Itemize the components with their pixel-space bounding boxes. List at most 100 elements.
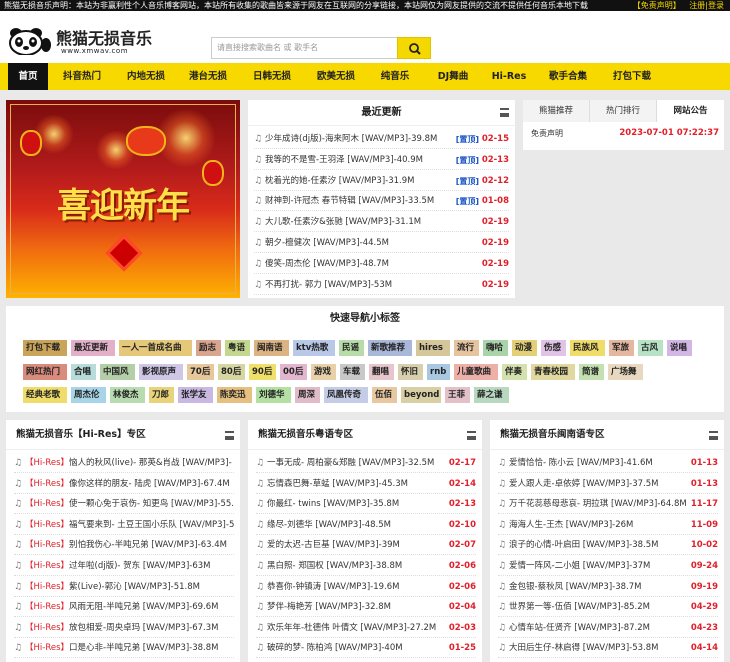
list-item[interactable]: ♫ 我等的不是雪-王羽泽 [WAV/MP3]-40.9M [置顶] 02-13 bbox=[254, 151, 509, 170]
list-item[interactable]: ♫ 你最红- twins [WAV/MP3]-35.8M 02-13 bbox=[256, 495, 476, 515]
list-item[interactable]: ♫ 世界第一等-伍佰 [WAV/MP3]-85.2M 04-29 bbox=[498, 598, 718, 618]
quick-tag[interactable]: 粤语 bbox=[225, 340, 250, 356]
quick-tag[interactable]: 影视原声 bbox=[139, 363, 183, 380]
quick-tag[interactable]: 一人一首成名曲 bbox=[119, 340, 192, 356]
menu-icon[interactable] bbox=[225, 431, 234, 440]
list-item[interactable]: ♫ 【Hi-Res】风雨无阻-半吨兄弟 [WAV/MP3]-69.6M bbox=[14, 598, 234, 618]
list-item[interactable]: ♫ 傻笑-周杰伦 [WAV/MP3]-48.7M 02-19 bbox=[254, 255, 509, 274]
list-item[interactable]: ♫ 大田后生仔-林启得 [WAV/MP3]-53.8M 04-14 bbox=[498, 639, 718, 659]
quick-tag[interactable]: 陈奕迅 bbox=[217, 387, 252, 403]
list-item[interactable]: ♫ 枕着光的她-任素汐 [WAV/MP3]-31.9M [置顶] 02-12 bbox=[254, 172, 509, 191]
list-item[interactable]: ♫ 浪子的心情-叶启田 [WAV/MP3]-38.5M 10-02 bbox=[498, 536, 718, 556]
list-item[interactable]: ♫ 万千花蕊慈母悲哀- 玥拉琪 [WAV/MP3]-64.8M 11-17 bbox=[498, 495, 718, 515]
list-item[interactable]: ♫ 爱的太迟-古巨基 [WAV/MP3]-39M 02-07 bbox=[256, 536, 476, 556]
quick-tag[interactable]: 伍佰 bbox=[372, 387, 397, 403]
list-item[interactable]: ♫ 【Hi-Res】恼人的秋风(live)- 那英&肖战 [WAV/MP3]- bbox=[14, 454, 234, 473]
quick-tag[interactable]: 民谣 bbox=[339, 340, 364, 356]
quick-tag[interactable]: 军旅 bbox=[609, 340, 634, 356]
tab-recommend[interactable]: 熊猫推荐 bbox=[523, 100, 590, 122]
new-year-banner[interactable]: 喜迎新年 bbox=[6, 100, 240, 298]
quick-tag[interactable]: 车载 bbox=[340, 363, 365, 380]
quick-tag[interactable]: 励志 bbox=[196, 340, 221, 356]
list-item[interactable]: ♫ 海海人生-王杰 [WAV/MP3]-26M 11-09 bbox=[498, 515, 718, 535]
quick-tag[interactable]: 中国风 bbox=[100, 363, 135, 380]
quick-tag[interactable]: 说唱 bbox=[667, 340, 692, 356]
list-item[interactable]: ♫ 【Hi-Res】像你这样的朋友- 陆虎 [WAV/MP3]-67.4M bbox=[14, 475, 234, 494]
quick-tag[interactable]: 伤感 bbox=[541, 340, 566, 356]
quick-tag[interactable]: 简谱 bbox=[579, 363, 604, 380]
quick-tag[interactable]: 动漫 bbox=[512, 340, 537, 356]
quick-tag[interactable]: 儿童歌曲 bbox=[454, 363, 498, 380]
nav-item-hires[interactable]: Hi-Res bbox=[486, 63, 532, 90]
nav-item-douyin[interactable]: 抖音热门 bbox=[56, 63, 108, 90]
quick-tag[interactable]: 青春校园 bbox=[531, 363, 575, 380]
nav-item-dj[interactable]: DJ舞曲 bbox=[430, 63, 476, 90]
quick-tag[interactable]: 凤凰传奇 bbox=[324, 387, 368, 403]
nav-item-western[interactable]: 欧美无损 bbox=[310, 63, 362, 90]
nav-item-hktw[interactable]: 港台无损 bbox=[182, 63, 234, 90]
quick-tag[interactable]: 张学友 bbox=[178, 387, 213, 403]
list-item[interactable]: ♫ 爱情恰恰- 陈小云 [WAV/MP3]-41.6M 01-13 bbox=[498, 454, 718, 473]
list-item[interactable]: ♫ 一事无成- 周柏豪&郑融 [WAV/MP3]-32.5M 02-17 bbox=[256, 454, 476, 473]
list-item[interactable]: ♫ 少年成诗(dj版)-海来阿木 [WAV/MP3]-39.8M [置顶] 02-15 bbox=[254, 130, 509, 149]
list-item[interactable]: ♫ 破碎的梦- 陈柏鸿 [WAV/MP3]-40M 01-25 bbox=[256, 639, 476, 659]
quick-tag[interactable]: 薛之谦 bbox=[474, 387, 509, 403]
list-item[interactable]: ♫ 财神到-许冠杰 春节特辑 [WAV/MP3]-33.5M [置顶] 01-08 bbox=[254, 192, 509, 212]
list-item[interactable]: ♫ 黑白照- 郑国权 [WAV/MP3]-38.8M 02-06 bbox=[256, 557, 476, 576]
list-item[interactable]: ♫ 欢乐年年-杜德伟 叶倩文 [WAV/MP3]-27.2M 02-03 bbox=[256, 618, 476, 638]
quick-tag[interactable]: 网红热门 bbox=[23, 363, 67, 380]
quick-tag[interactable]: 林俊杰 bbox=[110, 387, 145, 403]
site-logo[interactable]: 熊猫无损音乐 www.xmwav.com bbox=[6, 25, 156, 59]
list-item[interactable]: ♫ 【Hi-Res】紫(Live)-郭沁 [WAV/MP3]-51.8M bbox=[14, 578, 234, 597]
quick-tag[interactable]: beyond bbox=[401, 387, 441, 403]
list-item[interactable]: ♫ 【Hi-Res】过年啦(dj版)- 贺东 [WAV/MP3]-63M bbox=[14, 557, 234, 576]
list-item[interactable]: ♫ 不再打扰- 郭力 [WAV/MP3]-53M 02-19 bbox=[254, 276, 509, 295]
list-item[interactable]: ♫ 爱人跟人走-卓依婷 [WAV/MP3]-37.5M 01-13 bbox=[498, 474, 718, 494]
quick-tag[interactable]: 最近更新 bbox=[71, 340, 115, 356]
quick-tag[interactable]: 翻唱 bbox=[369, 363, 394, 380]
nav-item-pure[interactable]: 纯音乐 bbox=[372, 63, 418, 90]
search-button[interactable] bbox=[397, 37, 431, 59]
list-item[interactable]: ♫ 心情车站-任贤齐 [WAV/MP3]-87.2M 04-23 bbox=[498, 618, 718, 638]
quick-tag[interactable]: ktv热歌 bbox=[293, 340, 335, 356]
quick-tag[interactable]: 新歌推荐 bbox=[368, 340, 412, 356]
quick-tag[interactable]: 合唱 bbox=[71, 363, 96, 380]
quick-tag[interactable]: 怀旧 bbox=[398, 363, 423, 380]
quick-tag[interactable]: 经典老歌 bbox=[23, 387, 67, 403]
quick-tag[interactable]: 70后 bbox=[187, 363, 214, 380]
quick-tag[interactable]: 古风 bbox=[638, 340, 663, 356]
menu-icon[interactable] bbox=[709, 431, 718, 440]
quick-tag[interactable]: 广场舞 bbox=[608, 363, 643, 380]
quick-tag[interactable]: 民族风 bbox=[570, 340, 605, 356]
list-item[interactable]: ♫ 恭喜你-钟镇涛 [WAV/MP3]-19.6M 02-06 bbox=[256, 577, 476, 597]
list-item[interactable]: ♫ 忘情森巴舞-草蜢 [WAV/MP3]-45.3M 02-14 bbox=[256, 474, 476, 494]
tab-announcement[interactable]: 网站公告 bbox=[657, 100, 724, 122]
quick-tag[interactable]: 00后 bbox=[280, 363, 307, 380]
quick-tag[interactable]: 流行 bbox=[454, 340, 479, 356]
list-item[interactable]: ♫ 【Hi-Res】口是心非-半吨兄弟 [WAV/MP3]-38.8M bbox=[14, 639, 234, 659]
notice-item[interactable]: 免责声明 2023-07-01 07:22:37 bbox=[531, 128, 719, 139]
quick-tag[interactable]: 闽南语 bbox=[254, 340, 289, 356]
nav-item-jpkr[interactable]: 日韩无损 bbox=[246, 63, 298, 90]
quick-tag[interactable]: 80后 bbox=[218, 363, 245, 380]
nav-item-singers[interactable]: 歌手合集 bbox=[542, 63, 594, 90]
quick-tag[interactable]: 周杰伦 bbox=[71, 387, 106, 403]
list-item[interactable]: ♫ 梦伴-梅艳芳 [WAV/MP3]-32.8M 02-04 bbox=[256, 598, 476, 618]
list-item[interactable]: ♫ 金包银-蔡秋凤 [WAV/MP3]-38.7M 09-19 bbox=[498, 577, 718, 597]
search-input[interactable]: 请直接搜索歌曲名 或 歌手名 bbox=[211, 37, 397, 59]
quick-tag[interactable]: 伴奏 bbox=[502, 363, 527, 380]
list-item[interactable]: ♫ 【Hi-Res】放包相爱-周央卓玛 [WAV/MP3]-67.3M bbox=[14, 619, 234, 638]
list-item[interactable]: ♫ 【Hi-Res】使一颗心免于哀伤- 知更鸟 [WAV/MP3]-55. bbox=[14, 495, 234, 515]
quick-tag[interactable]: 游戏 bbox=[311, 363, 336, 380]
list-item[interactable]: ♫ 爱情一阵风-二小姐 [WAV/MP3]-37M 09-24 bbox=[498, 557, 718, 576]
list-item[interactable]: ♫ 朝夕-檀健次 [WAV/MP3]-44.5M 02-19 bbox=[254, 234, 509, 253]
tab-ranking[interactable]: 热门排行 bbox=[590, 100, 657, 122]
list-item[interactable]: ♫ 缘尽-刘德华 [WAV/MP3]-48.5M 02-10 bbox=[256, 515, 476, 535]
login-link[interactable]: 注册|登录 bbox=[689, 1, 724, 10]
list-item[interactable]: ♫ 大儿歌-任素汐&张驰 [WAV/MP3]-31.1M 02-19 bbox=[254, 213, 509, 233]
disclaimer-link[interactable]: 【免责声明】 bbox=[633, 1, 681, 10]
quick-tag[interactable]: 王菲 bbox=[445, 387, 470, 403]
list-item[interactable]: ♫ 【Hi-Res】福气要来到- 土豆王国小乐队 [WAV/MP3]-5 bbox=[14, 516, 234, 535]
quick-tag[interactable]: 刘德华 bbox=[256, 387, 291, 403]
menu-icon[interactable] bbox=[500, 108, 509, 117]
